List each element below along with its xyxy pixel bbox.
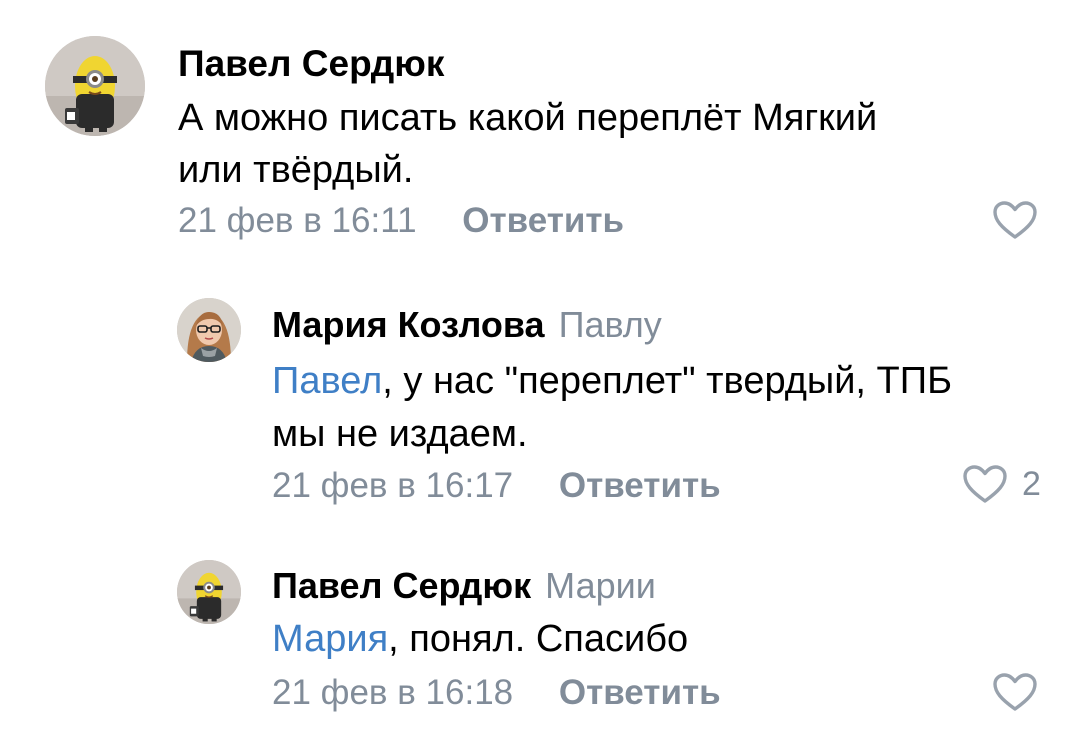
comment-text-line: Павел, у нас "переплет" твердый, ТПБ — [272, 355, 952, 408]
author-line: Павел Сердюк — [178, 45, 444, 82]
minion-avatar-icon — [177, 560, 241, 624]
heart-icon — [963, 465, 1007, 503]
woman-glasses-avatar-icon — [177, 298, 241, 362]
heart-icon — [993, 201, 1037, 239]
author-name[interactable]: Мария Козлова — [272, 304, 545, 345]
comment-text: А можно писать какой переплёт Мягкий или… — [178, 92, 877, 196]
mention-link[interactable]: Павел — [272, 360, 382, 402]
minion-avatar-icon — [45, 36, 145, 136]
like-button[interactable] — [992, 672, 1038, 712]
author-avatar[interactable] — [177, 298, 241, 362]
reply-button[interactable]: Ответить — [462, 201, 624, 240]
comment-date[interactable]: 21 фев в 16:17 — [272, 466, 513, 505]
comment-date[interactable]: 21 фев в 16:18 — [272, 673, 513, 712]
comment-text: Павел, у нас "переплет" твердый, ТПБ мы … — [272, 355, 952, 461]
author-line: Мария Козлова Павлу — [272, 307, 662, 343]
author-avatar[interactable] — [45, 36, 145, 136]
author-line: Павел Сердюк Марии — [272, 568, 656, 604]
comment-date[interactable]: 21 фев в 16:11 — [178, 201, 417, 240]
author-name[interactable]: Павел Сердюк — [178, 43, 444, 84]
mention-link[interactable]: Мария — [272, 618, 388, 660]
comment-text-line: мы не издаем. — [272, 413, 528, 455]
heart-icon — [993, 673, 1037, 711]
comment-meta: 21 фев в 16:11 Ответить — [178, 203, 624, 238]
reply-to-label[interactable]: Марии — [545, 565, 656, 606]
comment-text-fragment: , понял. Спасибо — [388, 618, 689, 660]
comment-text-line: А можно писать какой переплёт Мягкий — [178, 97, 878, 139]
reply-button[interactable]: Ответить — [559, 466, 721, 505]
author-avatar[interactable] — [177, 560, 241, 624]
comment-text-line: Мария, понял. Спасибо — [272, 613, 688, 665]
author-name[interactable]: Павел Сердюк — [272, 565, 531, 606]
like-button[interactable] — [992, 200, 1038, 240]
comment-text: Мария, понял. Спасибо — [272, 613, 688, 665]
comment-meta: 21 фев в 16:18 Ответить — [272, 675, 721, 710]
like-count: 2 — [1022, 465, 1041, 503]
reply-button[interactable]: Ответить — [559, 673, 721, 712]
reply-to-label[interactable]: Павлу — [559, 304, 662, 345]
like-button[interactable]: 2 — [962, 464, 1041, 504]
comment-meta: 21 фев в 16:17 Ответить — [272, 468, 721, 503]
comment-text-line: или твёрдый. — [178, 149, 414, 191]
comment-text-fragment: , у нас "переплет" твердый, ТПБ — [382, 360, 953, 402]
